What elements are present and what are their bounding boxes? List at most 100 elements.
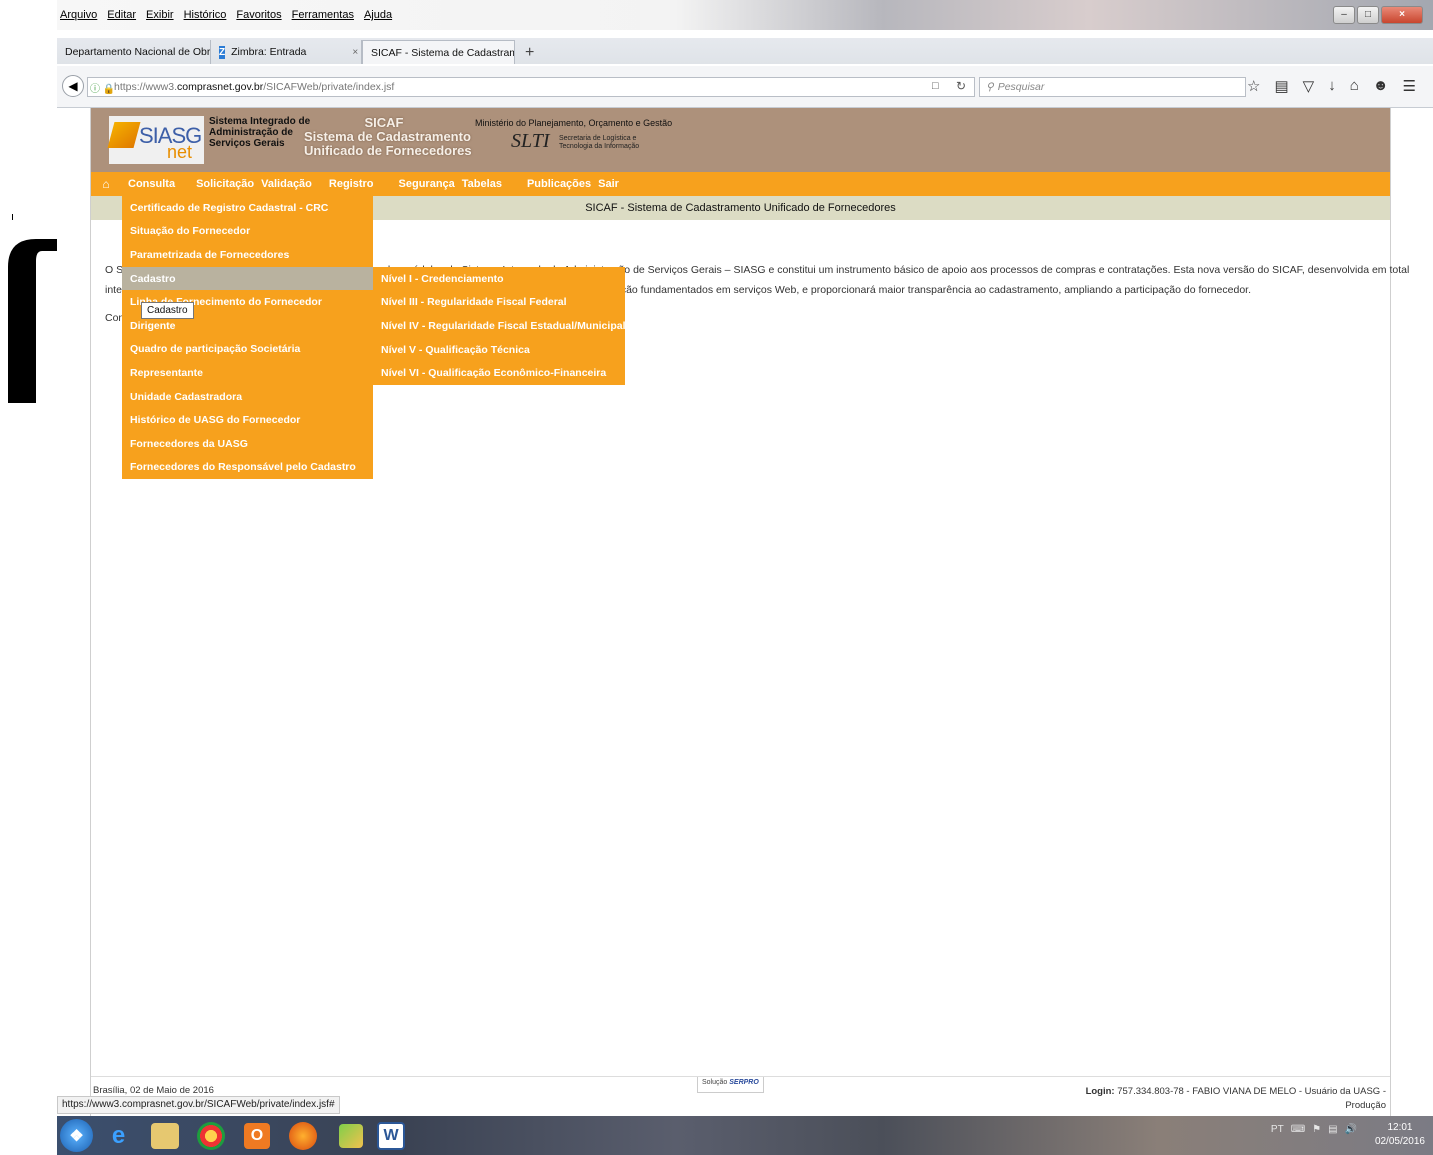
bookmarks-list-icon[interactable]: ▤ — [1274, 77, 1288, 95]
menu-sair[interactable]: Sair — [598, 178, 626, 190]
network-icon[interactable]: ▤ — [1328, 1124, 1337, 1135]
lock-icon: ⓘ 🔒 — [90, 84, 116, 95]
dropdown-item-crc[interactable]: Certificado de Registro Cadastral - CRC — [122, 196, 373, 220]
footer-date: Brasília, 02 de Maio de 2016 — [93, 1085, 214, 1096]
tab-close-icon[interactable]: × — [352, 47, 358, 58]
submenu-item-nivel-4[interactable]: Nível IV - Regularidade Fiscal Estadual/… — [373, 314, 625, 338]
menu-publicacoes[interactable]: Publicações — [509, 178, 598, 190]
slti-subtitle: Secretaria de Logística e Tecnologia da … — [559, 135, 640, 150]
submenu-item-nivel-1[interactable]: Nível I - Credenciamento — [373, 267, 625, 291]
menu-registro[interactable]: Registro — [319, 178, 381, 190]
file-explorer-icon[interactable] — [151, 1123, 179, 1149]
menu-solicitacao[interactable]: Solicitação — [182, 178, 261, 190]
keyboard-icon[interactable]: ⌨ — [1291, 1124, 1305, 1135]
consulta-dropdown: Certificado de Registro Cadastral - CRC … — [122, 196, 373, 480]
home-icon[interactable]: ⌂ — [91, 177, 121, 191]
cadastro-submenu: Nível I - Credenciamento Nível III - Reg… — [373, 267, 625, 385]
cadastro-tooltip: Cadastro — [141, 302, 194, 319]
menu-ajuda[interactable]: Ajuda — [364, 9, 392, 21]
siasg-logo-net: net — [167, 142, 193, 162]
pocket-icon[interactable]: ▽ — [1303, 77, 1315, 95]
tab-bar: Departamento Nacional de Obr... × Z Zimb… — [57, 38, 1433, 64]
media-player-icon[interactable] — [339, 1124, 363, 1148]
chrome-icon[interactable] — [197, 1122, 225, 1150]
menu-exibir[interactable]: Exibir — [146, 9, 174, 21]
download-icon[interactable]: ↓ — [1328, 77, 1336, 95]
tab-label: SICAF - Sistema de Cadastrame... — [371, 46, 514, 59]
outlook-icon[interactable]: O — [244, 1123, 270, 1149]
system-tray: PT ⌨ ⚑ ▤ 🔊 — [1271, 1124, 1357, 1135]
url-field[interactable]: https://www3. comprasnet.gov.br/SICAFWeb/… — [87, 77, 975, 97]
serpro-logo: Solução SERPRO — [697, 1077, 764, 1093]
system-clock[interactable]: 12:01 02/05/2016 — [1375, 1121, 1425, 1149]
volume-icon[interactable]: 🔊 — [1345, 1124, 1357, 1135]
tab-dnit[interactable]: Departamento Nacional de Obr... × — [57, 40, 211, 64]
main-menu: ⌂ Consulta Solicitação Validação Registr… — [91, 172, 1390, 196]
bookmark-star-icon[interactable]: ☆ — [1247, 77, 1260, 95]
dropdown-item-cadastro[interactable]: Cadastro — [122, 266, 373, 291]
serpro-prefix: Solução — [702, 1079, 728, 1086]
maximize-button[interactable]: □ — [1357, 6, 1379, 24]
navigation-bar: ◀ https://www3. comprasnet.gov.br/SICAFWe… — [57, 66, 1433, 108]
dropdown-item-unidade-cadastradora[interactable]: Unidade Cadastradora — [122, 385, 373, 409]
menu-historico[interactable]: Histórico — [184, 9, 227, 21]
dropdown-item-representante[interactable]: Representante — [122, 361, 373, 385]
dropdown-item-situacao[interactable]: Situação do Fornecedor — [122, 220, 373, 244]
home-icon[interactable]: ⌂ — [1350, 77, 1359, 95]
dropdown-item-historico-uasg[interactable]: Histórico de UASG do Fornecedor — [122, 408, 373, 432]
tray-language[interactable]: PT — [1271, 1124, 1284, 1135]
word-icon[interactable]: W — [377, 1122, 405, 1150]
internet-explorer-icon[interactable]: e — [102, 1119, 135, 1152]
clock-date: 02/05/2016 — [1374, 1136, 1425, 1147]
siasg-logo-mark-icon — [107, 122, 141, 148]
url-domain: comprasnet.gov.br — [177, 81, 264, 93]
start-button-icon[interactable]: ❖ — [60, 1119, 93, 1152]
dropdown-item-parametrizada[interactable]: Parametrizada de Fornecedores — [122, 243, 373, 267]
minimize-button[interactable]: – — [1333, 6, 1355, 24]
menu-consulta[interactable]: Consulta — [121, 178, 182, 190]
search-field[interactable]: ⚲ Pesquisar — [979, 77, 1246, 97]
menu-tabelas[interactable]: Tabelas — [462, 178, 509, 190]
tab-label: Zimbra: Entrada — [231, 46, 307, 58]
submenu-item-nivel-5[interactable]: Nível V - Qualificação Técnica — [373, 338, 625, 362]
reader-view-icon[interactable]: □ — [932, 80, 939, 92]
menu-ferramentas[interactable]: Ferramentas — [292, 9, 354, 21]
page-container: SIASG net Sistema Integrado de Administr… — [90, 108, 1409, 1117]
menu-arquivo[interactable]: Arquivo — [60, 9, 97, 21]
tab-zimbra[interactable]: Z Zimbra: Entrada × — [211, 40, 362, 64]
intro-line-2: ação fundamentados em serviços Web, e pr… — [615, 284, 1252, 296]
siasg-logo: SIASG net — [107, 116, 204, 164]
search-icon: ⚲ — [986, 81, 994, 93]
annotation-mark — [12, 214, 13, 220]
url-prefix: https://www3. — [114, 81, 178, 93]
close-window-button[interactable]: × — [1381, 6, 1423, 24]
sicaf-banner-title: SICAF Sistema de Cadastramento Unificado… — [304, 115, 472, 158]
back-arrow-icon[interactable]: ◀ — [62, 75, 84, 97]
tab-sicaf[interactable]: SICAF - Sistema de Cadastrame... × — [362, 40, 515, 64]
hello-icon[interactable]: ☻ — [1373, 77, 1389, 95]
menu-validacao[interactable]: Validação — [261, 178, 319, 190]
siasg-full-name: Sistema Integrado de Administração de Se… — [209, 116, 311, 149]
dropdown-item-quadro-societario[interactable]: Quadro de participação Societária — [122, 338, 373, 362]
login-info: Login: 757.334.803-78 - FABIO VIANA DE M… — [1086, 1085, 1386, 1113]
menu-favoritos[interactable]: Favoritos — [236, 9, 281, 21]
ministerio-label: Ministério do Planejamento, Orçamento e … — [475, 118, 673, 128]
dropdown-item-fornecedores-uasg[interactable]: Fornecedores da UASG — [122, 432, 373, 456]
menu-editar[interactable]: Editar — [107, 9, 136, 21]
zimbra-icon: Z — [219, 45, 226, 59]
login-environment: Produção — [1345, 1100, 1386, 1111]
tray-flag-icon[interactable]: ⚑ — [1312, 1124, 1321, 1135]
new-tab-icon[interactable]: + — [515, 44, 544, 64]
dropdown-item-fornecedores-responsavel[interactable]: Fornecedores do Responsável pelo Cadastr… — [122, 456, 373, 480]
serpro-name: SERPRO — [729, 1079, 759, 1086]
window-controls: – □ × — [1333, 6, 1423, 24]
submenu-item-nivel-6[interactable]: Nível VI - Qualificação Econômico-Financ… — [373, 361, 625, 385]
reload-icon[interactable]: ↻ — [956, 79, 966, 93]
hamburger-menu-icon[interactable]: ☰ — [1403, 77, 1416, 95]
browser-menu-bar: Arquivo Editar Exibir Histórico Favorito… — [57, 0, 1433, 30]
firefox-icon[interactable] — [289, 1122, 317, 1150]
slti-logo: SLTI — [511, 130, 550, 152]
menu-seguranca[interactable]: Segurança — [381, 178, 462, 190]
submenu-item-nivel-3[interactable]: Nível III - Regularidade Fiscal Federal — [373, 291, 625, 315]
login-value: 757.334.803-78 - FABIO VIANA DE MELO - U… — [1117, 1086, 1386, 1097]
